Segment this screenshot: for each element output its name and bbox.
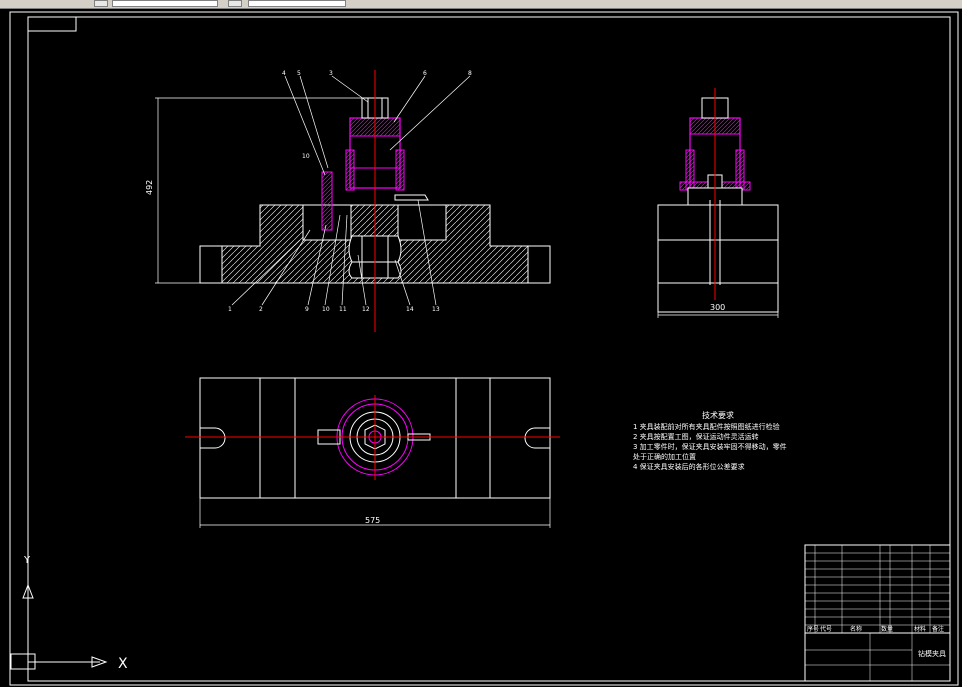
drawing-canvas[interactable]: 492 4 5 3 6 8 10 1 2 9 10 11 12 14 13 30…: [0, 0, 962, 687]
callout-label: 4: [282, 70, 286, 77]
callout-label: 11: [339, 306, 347, 313]
technical-requirements: 技术要求 1 夹具装配前对所有夹具配件按照图纸进行检验 2 夹具按配置工图，保证…: [633, 410, 787, 471]
callout-label: 10: [322, 306, 330, 313]
side-view: 300: [657, 88, 779, 318]
ucs-icon: Y X: [10, 555, 128, 672]
title-head: 材料: [914, 625, 926, 633]
corner-box: [27, 16, 77, 32]
drawing-name: 钻模夹具: [918, 649, 946, 658]
callout-label: 1: [228, 306, 232, 313]
callout-label: 12: [362, 306, 370, 313]
callout-label: 8: [468, 70, 472, 77]
callout-label: 2: [259, 306, 263, 313]
inner-frame: [27, 16, 951, 682]
tech-item: 4 保证夹具安装后的各形位公差要求: [633, 462, 745, 471]
side-width-dimension: 300: [710, 303, 725, 312]
title-head: 备注: [932, 625, 944, 633]
callout-label: 5: [297, 70, 301, 77]
top-view: 575: [185, 377, 560, 528]
callout-label: 6: [423, 70, 427, 77]
pin-label: 10: [302, 153, 310, 160]
height-dimension: 492: [145, 180, 154, 195]
callout-label: 14: [406, 306, 414, 313]
top-width-dimension: 575: [365, 516, 380, 525]
tech-item: 处于正确的加工位置: [633, 452, 696, 461]
tech-title: 技术要求: [702, 410, 734, 420]
tech-item: 3 加工零件时，保证夹具安装牢固不得移动，零件: [633, 442, 787, 451]
outer-frame: [9, 11, 959, 686]
ucs-x-label: X: [118, 656, 128, 672]
callout-label: 9: [305, 306, 309, 313]
callout-label: 13: [432, 306, 440, 313]
tech-item: 1 夹具装配前对所有夹具配件按照图纸进行检验: [633, 422, 780, 431]
title-head: 名称: [850, 625, 862, 633]
callout-label: 3: [329, 70, 333, 77]
ucs-y-label: Y: [23, 555, 31, 566]
tech-item: 2 夹具按配置工图，保证运动件灵活运转: [633, 432, 759, 441]
title-head: 数量: [881, 625, 893, 633]
callouts-bottom: 1 2 9 10 11 12 14 13: [228, 306, 440, 313]
front-view: 4 9 2: [145, 70, 551, 332]
title-block: 序号 代号 名称 数量 材料 备注 钻模夹具: [804, 544, 951, 682]
title-head: 代号: [820, 625, 832, 633]
title-head: 序号: [807, 625, 819, 633]
